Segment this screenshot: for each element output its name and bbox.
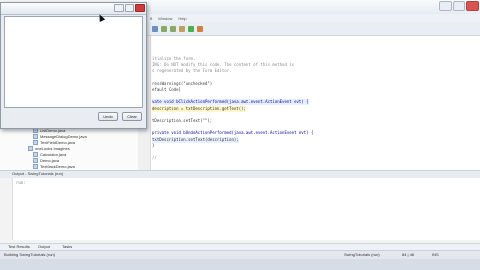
build-icon[interactable] [179, 25, 185, 32]
output-panel[interactable] [0, 178, 480, 240]
maximize-icon[interactable] [452, 1, 466, 11]
output-title: Output - SwingTutorials (run) [12, 171, 64, 176]
ide-menubar: ff Window Help [138, 14, 480, 22]
code-line[interactable]: description = txtDescription.getText(); [152, 105, 246, 112]
java-file-icon [33, 128, 38, 134]
status-project: SwingTutorials (run) [344, 252, 380, 257]
frame-window-controls [114, 4, 146, 12]
tree-item[interactable]: TextFieldDemo.java [33, 140, 75, 146]
undo-button[interactable]: Undo [98, 112, 118, 121]
run-icon[interactable] [188, 25, 194, 32]
code-line[interactable]: efault Code] [152, 87, 181, 93]
maximize-icon[interactable] [124, 4, 135, 12]
debug-icon[interactable] [197, 25, 203, 32]
tree-package[interactable]: oneLooks Imagines [28, 146, 70, 152]
code-line[interactable]: s regenerated by the Form Editor. [152, 68, 231, 74]
package-icon [28, 146, 33, 152]
ide-window-controls [439, 1, 480, 11]
code-line[interactable]: ressWarnings("unchecked") [152, 81, 212, 87]
code-line[interactable]: vate void bClickActionPerformed(java.awt… [152, 99, 309, 106]
minimize-icon[interactable] [114, 4, 124, 12]
close-icon[interactable] [466, 1, 480, 11]
taskbar [0, 259, 480, 270]
clear-button[interactable]: Clear [122, 112, 142, 121]
ide-toolbar [138, 22, 480, 36]
output-gutter [0, 178, 13, 240]
tree-item[interactable]: MessageDialogDemo.java [33, 134, 87, 140]
output-text: run: [16, 180, 26, 185]
close-icon[interactable] [135, 4, 146, 12]
code-line[interactable]: itialize the form. [152, 56, 195, 62]
tree-item[interactable]: Demo.java [33, 158, 59, 164]
code-line[interactable]: tDescription.setText(""); [152, 118, 212, 124]
java-file-icon [33, 140, 38, 146]
code-line[interactable]: txtDescription.setText(description); [152, 136, 239, 143]
java-file-icon [33, 164, 38, 170]
java-file-icon [33, 134, 38, 140]
code-line[interactable]: ING: Do NOT modify this code. The conten… [152, 62, 294, 68]
code-line[interactable]: private void bUndoActionPerformed(java.a… [152, 130, 313, 136]
save-icon[interactable] [152, 25, 158, 32]
ide-titlebar [138, 0, 480, 15]
status-message: Building SwingTutorials (run) [4, 252, 55, 257]
tree-item[interactable]: Calculator.java [33, 152, 66, 158]
java-file-icon [33, 152, 38, 158]
code-line[interactable]: } [152, 143, 154, 149]
code-line[interactable]: // [152, 155, 157, 161]
menu-item[interactable]: ff [150, 16, 152, 21]
menu-item-help[interactable]: Help [178, 16, 186, 21]
minimize-icon[interactable] [439, 1, 452, 11]
menu-item-window[interactable]: Window [158, 16, 172, 21]
status-position: 84 | 46 [402, 252, 415, 257]
tree-item[interactable]: Text9ackDemo.java [33, 164, 75, 170]
description-textarea[interactable] [4, 16, 143, 108]
redo-icon[interactable] [170, 25, 176, 32]
undo-icon[interactable] [161, 25, 167, 32]
java-file-icon [33, 158, 38, 164]
status-mode: INS [432, 252, 439, 257]
